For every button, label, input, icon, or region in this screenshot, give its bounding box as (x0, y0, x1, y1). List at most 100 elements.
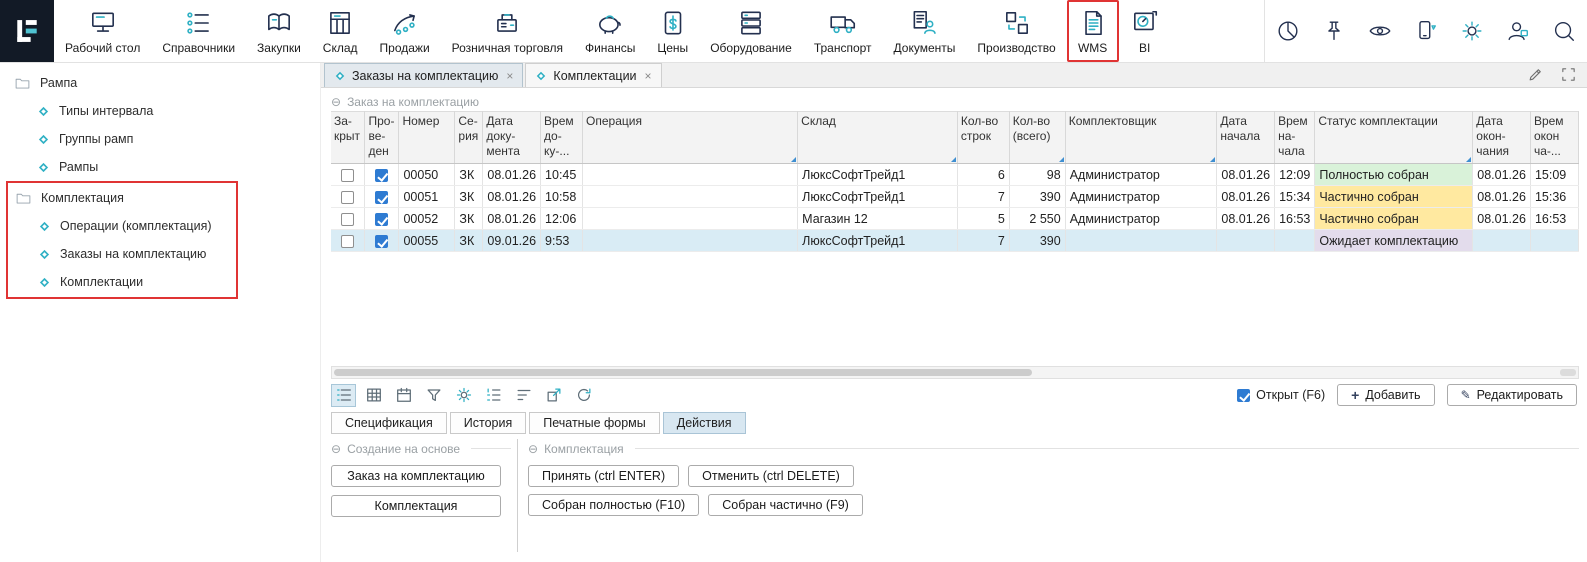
document-tab-0[interactable]: Заказы на комплектацию× (324, 63, 523, 87)
topbar-item-wms[interactable]: WMS (1067, 0, 1119, 62)
horizontal-scrollbar[interactable] (331, 366, 1579, 379)
tab-close-icon[interactable]: × (645, 69, 652, 83)
sidebar-item[interactable]: Комплектации (8, 268, 236, 296)
column-header-picker[interactable]: Комплектовщик (1065, 112, 1217, 164)
export-button[interactable] (541, 384, 566, 407)
closed-checkbox[interactable] (341, 213, 354, 226)
closed-checkbox[interactable] (341, 191, 354, 204)
filter-button[interactable] (421, 384, 446, 407)
table-row-00050[interactable]: 00050ЗК08.01.2610:45ЛюксСофтТрейд1698Адм… (331, 164, 1579, 186)
document-tab-1[interactable]: Комплектации× (525, 63, 661, 87)
detail-tab-1[interactable]: История (450, 412, 526, 434)
column-header-doc_time[interactable]: Врем до- ку-... (541, 112, 583, 164)
topbar-item-equipment[interactable]: Оборудование (699, 0, 803, 62)
collapse-icon[interactable]: ⊖ (528, 443, 538, 455)
fullscreen-icon[interactable] (1560, 66, 1577, 83)
posted-checkbox[interactable] (375, 213, 388, 226)
detail-tabs: СпецификацияИсторияПечатные формыДействи… (321, 411, 1587, 434)
posted-checkbox[interactable] (375, 235, 388, 248)
sidebar-folder[interactable]: Комплектация (8, 184, 236, 212)
sidebar-item[interactable]: Группы рамп (0, 125, 320, 153)
topbar-item-label: Рабочий стол (65, 41, 140, 55)
posted-checkbox[interactable] (375, 169, 388, 182)
topbar-item-warehouse[interactable]: Склад (312, 0, 369, 62)
sidebar-item-label: Рампы (59, 160, 98, 174)
topbar-item-purchases[interactable]: Закупки (246, 0, 312, 62)
scrollbar-thumb[interactable] (334, 369, 1032, 376)
column-header-lines[interactable]: Кол-во строк (957, 112, 1009, 164)
topbar-pin-button[interactable] (1311, 0, 1357, 62)
topbar-item-desktop[interactable]: Рабочий стол (54, 0, 151, 62)
column-header-qty[interactable]: Кол-во (всего) (1009, 112, 1065, 164)
topbar-item-retail[interactable]: Розничная торговля (441, 0, 574, 62)
grid-view-button[interactable] (361, 384, 386, 407)
detail-tab-2[interactable]: Печатные формы (529, 412, 660, 434)
topbar-search-button[interactable] (1541, 0, 1587, 62)
table-row-00055[interactable]: 00055ЗК09.01.269:53ЛюксСофтТрейд17390Ожи… (331, 230, 1579, 252)
column-header-closed[interactable]: За- крыт (331, 112, 365, 164)
topbar-item-references[interactable]: Справочники (151, 0, 246, 62)
column-header-start_date[interactable]: Дата начала (1217, 112, 1275, 164)
topbar-item-sales[interactable]: Продажи (369, 0, 441, 62)
closed-checkbox[interactable] (341, 235, 354, 248)
topbar-pie-button[interactable] (1265, 0, 1311, 62)
column-header-operation[interactable]: Операция (583, 112, 798, 164)
collapse-icon[interactable]: ⊖ (331, 443, 341, 455)
list-view-button[interactable] (331, 384, 356, 407)
sidebar-item[interactable]: Операции (комплектация) (8, 212, 236, 240)
tab-close-icon[interactable]: × (506, 69, 513, 83)
column-header-number[interactable]: Номер (399, 112, 455, 164)
sidebar-item[interactable]: Типы интервала (0, 97, 320, 125)
sidebar-item[interactable]: Заказы на комплектацию (8, 240, 236, 268)
picking-button-r1-1[interactable]: Отменить (ctrl DELETE) (688, 465, 854, 487)
app-logo[interactable] (0, 0, 54, 62)
picking-button-r1-0[interactable]: Принять (ctrl ENTER) (528, 465, 679, 487)
detail-tab-0[interactable]: Спецификация (331, 412, 447, 434)
create-from-button-0[interactable]: Заказ на комплектацию (331, 465, 501, 487)
numbered-list-button[interactable] (481, 384, 506, 407)
topbar-item-production[interactable]: Производство (966, 0, 1066, 62)
column-header-posted[interactable]: Про- ве- ден (365, 112, 399, 164)
topbar-eye-button[interactable] (1357, 0, 1403, 62)
table-row-00052[interactable]: 00052ЗК08.01.2612:06Магазин 1252 550Адми… (331, 208, 1579, 230)
column-header-series[interactable]: Се- рия (455, 112, 483, 164)
topbar-item-transport[interactable]: Транспорт (803, 0, 883, 62)
diamond-icon (37, 105, 50, 118)
detail-tab-3[interactable]: Действия (663, 412, 746, 434)
cell-doc_date: 08.01.26 (483, 186, 541, 208)
topbar-gear-button[interactable] (1449, 0, 1495, 62)
column-header-start_time[interactable]: Врем на- чала (1275, 112, 1315, 164)
edit-button-label: Редактировать (1477, 388, 1563, 402)
column-header-status[interactable]: Статус комплектации (1315, 112, 1473, 164)
settings-button[interactable] (451, 384, 476, 407)
refresh-button[interactable] (571, 384, 596, 407)
collapse-icon[interactable]: ⊖ (331, 96, 341, 108)
sort-button[interactable] (511, 384, 536, 407)
orders-table-wrap: За- крытПро- ве- денНомерСе- рияДата док… (331, 111, 1579, 364)
edit-button[interactable]: ✎ Редактировать (1447, 384, 1577, 406)
topbar-item-prices[interactable]: Цены (646, 0, 699, 62)
open-filter-checkbox[interactable]: Открыт (F6) (1237, 388, 1325, 402)
create-from-button-1[interactable]: Комплектация (331, 495, 501, 517)
topbar-item-finance[interactable]: Финансы (574, 0, 646, 62)
posted-checkbox[interactable] (375, 191, 388, 204)
edit-pencil-icon[interactable] (1527, 66, 1544, 83)
column-header-warehouse[interactable]: Склад (798, 112, 958, 164)
topbar-mobile-button[interactable] (1403, 0, 1449, 62)
topbar-item-documents[interactable]: Документы (883, 0, 967, 62)
add-button[interactable]: + Добавить (1337, 384, 1434, 406)
sidebar-item[interactable]: Рампы (0, 153, 320, 181)
picking-button-r2-1[interactable]: Собран частично (F9) (708, 494, 863, 516)
topbar-item-bi[interactable]: BI (1119, 0, 1171, 62)
column-header-end_date[interactable]: Дата окон- чания (1473, 112, 1531, 164)
picking-button-r2-0[interactable]: Собран полностью (F10) (528, 494, 699, 516)
calendar-button[interactable] (391, 384, 416, 407)
scrollbar-corner[interactable] (1560, 369, 1576, 376)
table-row-00051[interactable]: 00051ЗК08.01.2610:58ЛюксСофтТрейд17390Ад… (331, 186, 1579, 208)
closed-checkbox[interactable] (341, 169, 354, 182)
topbar-user-button[interactable] (1495, 0, 1541, 62)
cell-warehouse: ЛюксСофтТрейд1 (798, 186, 958, 208)
column-header-end_time[interactable]: Врем окон ча-... (1530, 112, 1578, 164)
sidebar-folder[interactable]: Рампа (0, 69, 320, 97)
column-header-doc_date[interactable]: Дата доку- мента (483, 112, 541, 164)
